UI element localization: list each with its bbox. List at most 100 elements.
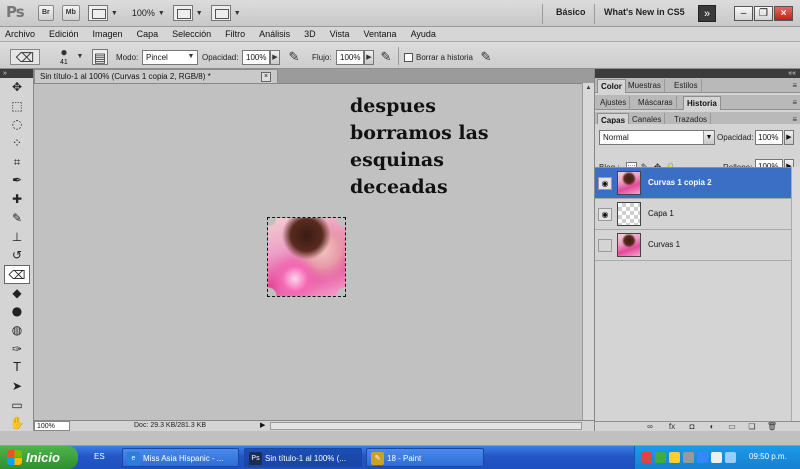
taskbar-item-photoshop[interactable]: Ps Sin título-1 al 100% (... bbox=[244, 448, 362, 467]
airbrush-icon[interactable]: ✎ bbox=[378, 49, 394, 65]
clone-stamp-tool-icon[interactable]: ⊥ bbox=[0, 228, 34, 247]
brush-preview-icon[interactable]: ● bbox=[56, 44, 72, 60]
tablet-size-icon[interactable]: ✎ bbox=[478, 49, 494, 65]
tab-mascaras[interactable]: Máscaras bbox=[635, 96, 677, 110]
tab-color[interactable]: Color bbox=[597, 79, 626, 93]
layer-row[interactable]: ◉ Curvas 1 bbox=[595, 230, 800, 261]
tray-app-icon[interactable] bbox=[641, 452, 652, 463]
opacity-arrow-icon[interactable]: ▶ bbox=[270, 50, 280, 65]
brush-panel-icon[interactable]: ▤ bbox=[92, 49, 108, 65]
horizontal-scrollbar[interactable] bbox=[270, 422, 582, 430]
restore-button[interactable]: ❐ bbox=[754, 6, 773, 21]
close-icon[interactable]: × bbox=[261, 72, 271, 82]
layer-style-icon[interactable]: fx bbox=[665, 422, 679, 432]
opacity-field[interactable]: 100% bbox=[242, 50, 270, 65]
erase-history-checkbox[interactable] bbox=[404, 53, 413, 62]
tab-muestras[interactable]: Muestras bbox=[625, 79, 665, 93]
link-layers-icon[interactable]: ∞ bbox=[643, 422, 657, 432]
history-brush-tool-icon[interactable]: ↺ bbox=[0, 246, 34, 265]
launch-minibridge-button[interactable]: Mb bbox=[61, 5, 80, 21]
flow-arrow-icon[interactable]: ▶ bbox=[364, 50, 374, 65]
trash-icon[interactable]: 🗑 bbox=[765, 422, 779, 432]
layer-opacity-arrow-icon[interactable]: ▶ bbox=[784, 130, 794, 145]
paint-bucket-tool-icon[interactable]: ◆ bbox=[0, 284, 34, 303]
chevron-down-icon[interactable]: ▼ bbox=[111, 10, 118, 17]
language-indicator[interactable]: ES bbox=[94, 452, 105, 461]
status-menu-icon[interactable]: ▶ bbox=[260, 421, 270, 431]
minimize-button[interactable]: – bbox=[734, 6, 753, 21]
menu-filtro[interactable]: Filtro bbox=[225, 29, 245, 39]
taskbar-item-paint[interactable]: ✎ 18 - Paint bbox=[366, 448, 484, 467]
menu-ventana[interactable]: Ventana bbox=[364, 29, 397, 39]
clock[interactable]: 09:50 p.m. bbox=[749, 452, 787, 461]
menu-analisis[interactable]: Análisis bbox=[259, 29, 290, 39]
tray-app-icon[interactable] bbox=[697, 452, 708, 463]
menu-capa[interactable]: Capa bbox=[137, 29, 159, 39]
visibility-eye-icon[interactable]: ◉ bbox=[598, 208, 612, 221]
vertical-scrollbar[interactable]: ▲ bbox=[582, 83, 594, 420]
lasso-tool-icon[interactable]: ◌ bbox=[0, 115, 34, 134]
chevron-down-icon[interactable]: ▼ bbox=[186, 50, 196, 65]
chevron-down-icon[interactable]: ▼ bbox=[234, 10, 241, 17]
eraser-tool-preset-icon[interactable]: ⌫ bbox=[10, 49, 40, 65]
layer-row[interactable]: ◉ Capa 1 bbox=[595, 199, 800, 230]
document-tab[interactable]: Sin título-1 al 100% (Curvas 1 copia 2, … bbox=[34, 69, 278, 83]
brush-tool-icon[interactable]: ✎ bbox=[0, 209, 34, 228]
type-tool-icon[interactable]: T bbox=[0, 358, 34, 377]
tablet-opacity-icon[interactable]: ✎ bbox=[286, 49, 302, 65]
view-extras-icon[interactable] bbox=[87, 5, 108, 21]
dodge-tool-icon[interactable]: ◍ bbox=[0, 321, 34, 340]
visibility-eye-icon[interactable]: ◉ bbox=[598, 239, 612, 252]
chevron-down-icon[interactable]: ▼ bbox=[158, 10, 165, 17]
tray-app-icon[interactable] bbox=[655, 452, 666, 463]
layer-mask-icon[interactable]: ◘ bbox=[685, 422, 699, 432]
layer-opacity-field[interactable]: 100% bbox=[755, 130, 783, 145]
marquee-tool-icon[interactable]: ⬚ bbox=[0, 97, 34, 116]
quick-selection-tool-icon[interactable]: ⁘ bbox=[0, 134, 34, 153]
more-workspaces-icon[interactable]: » bbox=[698, 5, 716, 22]
chevron-down-icon[interactable]: ▼ bbox=[703, 131, 714, 144]
eraser-tool-icon[interactable]: ⌫ bbox=[4, 264, 30, 284]
close-button[interactable]: × bbox=[774, 6, 793, 21]
chevron-down-icon[interactable]: ▼ bbox=[196, 10, 203, 17]
layer-row[interactable]: ◉ Curvas 1 copia 2 bbox=[595, 168, 800, 199]
menu-edicion[interactable]: Edición bbox=[49, 29, 79, 39]
menu-ayuda[interactable]: Ayuda bbox=[411, 29, 436, 39]
workspace-basic[interactable]: Básico bbox=[556, 7, 586, 17]
volume-icon[interactable] bbox=[711, 452, 722, 463]
crop-tool-icon[interactable]: ⌗ bbox=[0, 153, 34, 172]
menu-3d[interactable]: 3D bbox=[304, 29, 316, 39]
zoom-field[interactable]: 100% bbox=[34, 421, 70, 431]
visibility-eye-icon[interactable]: ◉ bbox=[598, 177, 612, 190]
scroll-up-icon[interactable]: ▲ bbox=[583, 83, 594, 94]
path-selection-tool-icon[interactable]: ➤ bbox=[0, 377, 34, 396]
tab-historia[interactable]: Historia bbox=[683, 96, 721, 110]
workspace-whats-new[interactable]: What's New in CS5 bbox=[604, 7, 685, 17]
taskbar-item-browser[interactable]: e Miss Asia Hispanic - ... bbox=[122, 448, 239, 467]
menu-archivo[interactable]: Archivo bbox=[5, 29, 35, 39]
rectangle-tool-icon[interactable]: ▭ bbox=[0, 396, 34, 415]
menu-imagen[interactable]: Imagen bbox=[93, 29, 123, 39]
eyedropper-tool-icon[interactable]: ✒ bbox=[0, 171, 34, 190]
hand-tool-icon[interactable]: ✋ bbox=[0, 414, 34, 433]
chevron-down-icon[interactable]: ▼ bbox=[72, 49, 88, 65]
flow-field[interactable]: 100% bbox=[336, 50, 364, 65]
blend-mode-select[interactable]: Normal bbox=[599, 130, 715, 145]
move-tool-icon[interactable]: ✥ bbox=[0, 78, 34, 97]
panel-menu-icon[interactable]: ≡ bbox=[792, 98, 797, 107]
tray-app-icon[interactable] bbox=[669, 452, 680, 463]
screen-mode-icon[interactable] bbox=[210, 5, 231, 21]
menu-vista[interactable]: Vista bbox=[330, 29, 350, 39]
network-icon[interactable] bbox=[725, 452, 736, 463]
adjustment-layer-icon[interactable]: ◐ bbox=[705, 422, 719, 432]
panel-menu-icon[interactable]: ≡ bbox=[792, 81, 797, 90]
launch-bridge-button[interactable]: Br bbox=[38, 5, 54, 21]
healing-brush-tool-icon[interactable]: ✚ bbox=[0, 190, 34, 209]
tray-app-icon[interactable] bbox=[683, 452, 694, 463]
arrange-documents-icon[interactable] bbox=[172, 5, 193, 21]
zoom-level-select[interactable]: 100% bbox=[132, 8, 155, 18]
blur-tool-icon[interactable]: ● bbox=[0, 302, 34, 321]
panels-collapse-icon[interactable]: «« bbox=[595, 69, 800, 78]
pen-tool-icon[interactable]: ✑ bbox=[0, 340, 34, 359]
canvas[interactable]: despues borramos las esquinas deceadas bbox=[34, 83, 582, 420]
